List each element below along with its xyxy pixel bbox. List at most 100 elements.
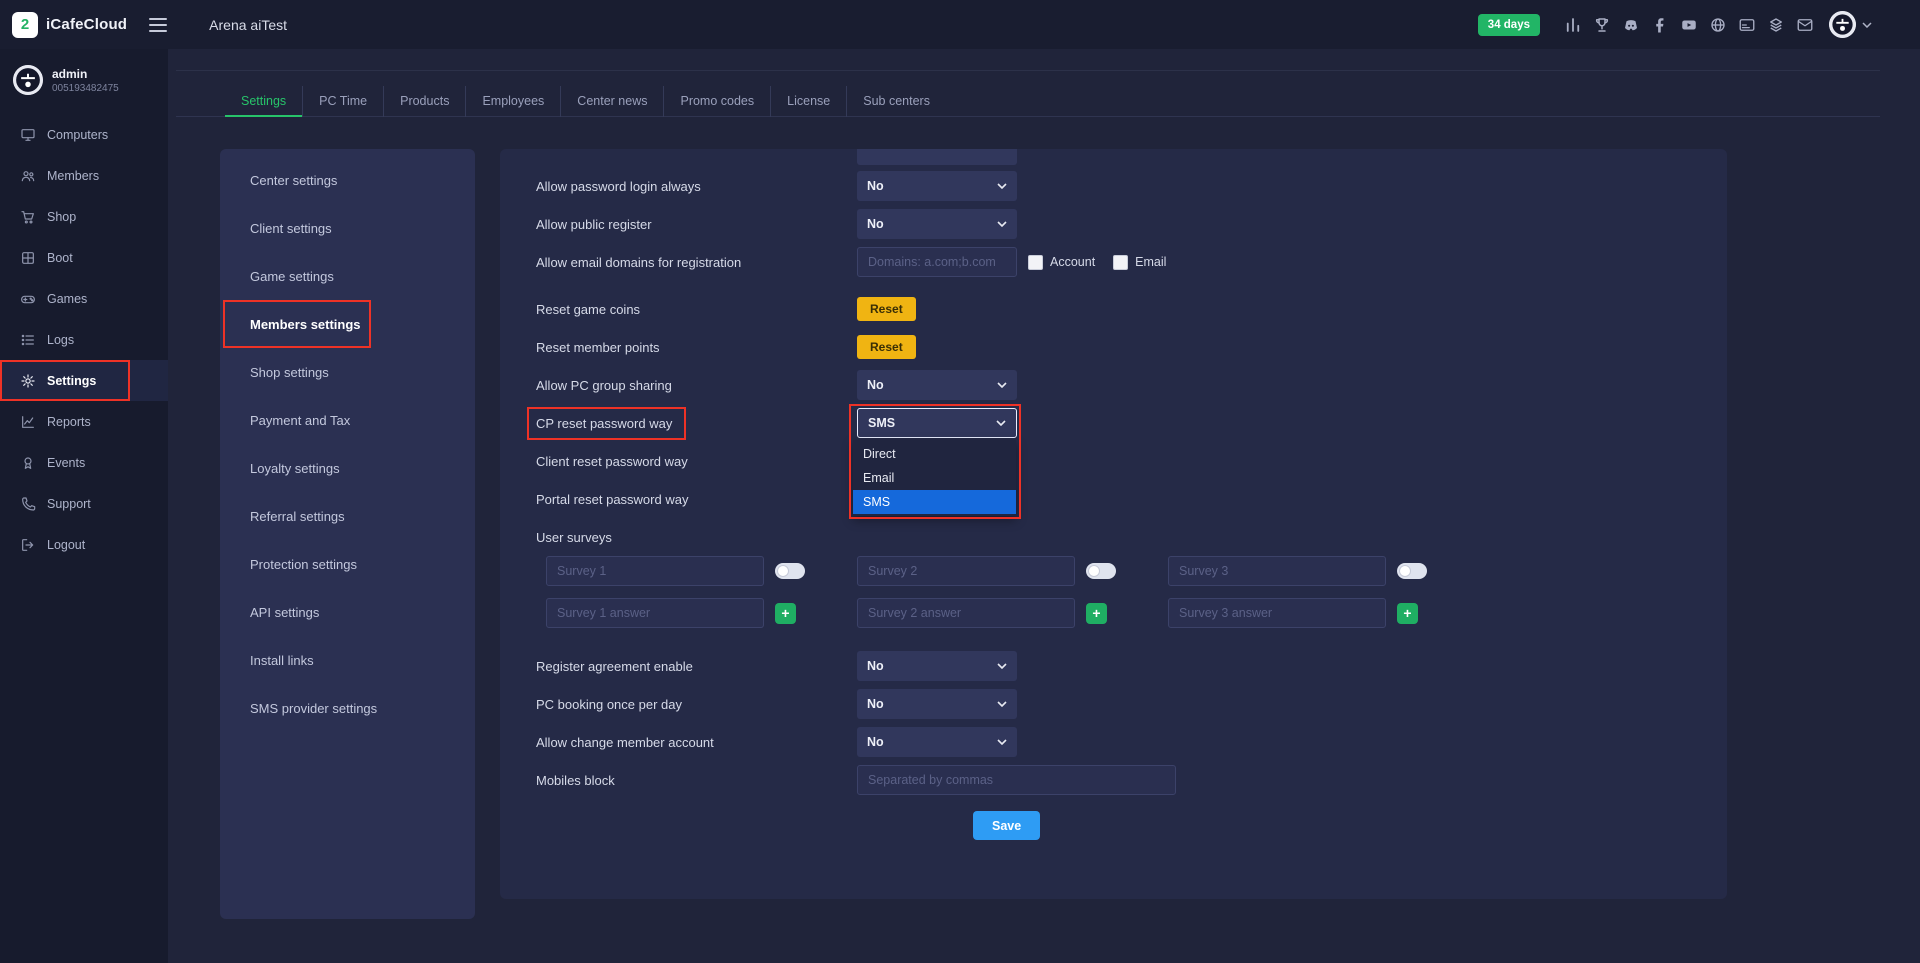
account-checkbox[interactable] bbox=[1028, 255, 1043, 270]
nav-item-center-settings[interactable]: Center settings bbox=[220, 156, 475, 204]
nav-item-install-links[interactable]: Install links bbox=[220, 636, 475, 684]
members-icon bbox=[20, 168, 36, 184]
discord-icon[interactable] bbox=[1622, 16, 1640, 34]
survey-2-answer-input[interactable] bbox=[857, 598, 1075, 628]
sidebar-item-label: Settings bbox=[47, 374, 96, 388]
nav-item-protection-settings[interactable]: Protection settings bbox=[220, 540, 475, 588]
survey-inputs-row bbox=[500, 556, 1727, 586]
layers-icon[interactable] bbox=[1767, 16, 1785, 34]
form-row-pc-booking: PC booking once per day No bbox=[500, 685, 1727, 723]
pc-booking-select[interactable]: No bbox=[857, 689, 1017, 719]
card-icon[interactable] bbox=[1738, 16, 1756, 34]
survey-2-input[interactable] bbox=[857, 556, 1075, 586]
account-checkbox-group: Account bbox=[1028, 255, 1095, 270]
field-label: Register agreement enable bbox=[536, 659, 857, 674]
save-button[interactable]: Save bbox=[973, 811, 1040, 840]
annotation-box-cp-label: CP reset password way bbox=[527, 407, 686, 440]
chevron-down-icon bbox=[997, 739, 1007, 745]
tab-settings[interactable]: Settings bbox=[225, 86, 302, 117]
tab-promo-codes[interactable]: Promo codes bbox=[663, 86, 770, 117]
survey-3-input[interactable] bbox=[1168, 556, 1386, 586]
sidebar-item-members[interactable]: Members bbox=[0, 155, 168, 196]
form-row-allow-change-member-account: Allow change member account No bbox=[500, 723, 1727, 761]
mail-icon[interactable] bbox=[1796, 16, 1814, 34]
nav-item-shop-settings[interactable]: Shop settings bbox=[220, 348, 475, 396]
add-survey-1-answer-button[interactable]: + bbox=[775, 603, 796, 624]
sidebar-item-events[interactable]: Events bbox=[0, 442, 168, 483]
survey-1-toggle[interactable] bbox=[775, 563, 805, 579]
brand-name: iCafeCloud bbox=[46, 16, 127, 33]
sidebar-user-id: 005193482475 bbox=[52, 83, 119, 94]
analytics-icon[interactable] bbox=[1564, 16, 1582, 34]
brand-logo-icon[interactable]: 2 bbox=[12, 12, 38, 38]
nav-item-payment-and-tax[interactable]: Payment and Tax bbox=[220, 396, 475, 444]
sidebar-item-logout[interactable]: Logout bbox=[0, 524, 168, 565]
register-agreement-select[interactable]: No bbox=[857, 651, 1017, 681]
mobiles-block-input[interactable] bbox=[857, 765, 1176, 795]
survey-3-answer-input[interactable] bbox=[1168, 598, 1386, 628]
sidebar-item-reports[interactable]: Reports bbox=[0, 401, 168, 442]
tab-pc-time[interactable]: PC Time bbox=[302, 86, 383, 117]
license-days-badge[interactable]: 34 days bbox=[1478, 14, 1540, 36]
sidebar-item-support[interactable]: Support bbox=[0, 483, 168, 524]
dropdown-option-sms[interactable]: SMS bbox=[853, 490, 1016, 514]
form-row-cp-reset-password-way: CP reset password way SMS Direct Email S… bbox=[500, 404, 1727, 442]
sidebar-item-shop[interactable]: Shop bbox=[0, 196, 168, 237]
nav-item-loyalty-settings[interactable]: Loyalty settings bbox=[220, 444, 475, 492]
sidebar-item-label: Shop bbox=[47, 210, 76, 224]
allow-change-member-account-select[interactable]: No bbox=[857, 727, 1017, 757]
nav-item-game-settings[interactable]: Game settings bbox=[220, 252, 475, 300]
email-domains-input[interactable] bbox=[857, 247, 1017, 277]
tab-sub-centers[interactable]: Sub centers bbox=[846, 86, 946, 117]
survey-1-answer-input[interactable] bbox=[546, 598, 764, 628]
add-survey-3-answer-button[interactable]: + bbox=[1397, 603, 1418, 624]
sidebar-item-boot[interactable]: Boot bbox=[0, 237, 168, 278]
email-checkbox[interactable] bbox=[1113, 255, 1128, 270]
main-area: Settings PC Time Products Employees Cent… bbox=[168, 49, 1920, 963]
add-survey-2-answer-button[interactable]: + bbox=[1086, 603, 1107, 624]
dropdown-option-email[interactable]: Email bbox=[853, 466, 1016, 490]
dropdown-option-direct[interactable]: Direct bbox=[853, 442, 1016, 466]
youtube-icon[interactable] bbox=[1680, 16, 1698, 34]
tab-products[interactable]: Products bbox=[383, 86, 465, 117]
allow-public-register-select[interactable]: No bbox=[857, 209, 1017, 239]
account-checkbox-label: Account bbox=[1050, 255, 1095, 269]
sidebar-item-logs[interactable]: Logs bbox=[0, 319, 168, 360]
tab-license[interactable]: License bbox=[770, 86, 846, 117]
sidebar-user-block[interactable]: admin 005193482475 bbox=[13, 65, 119, 95]
allow-password-login-select[interactable]: No bbox=[857, 171, 1017, 201]
field-label: Mobiles block bbox=[536, 773, 857, 788]
form-row-allow-pc-group-sharing: Allow PC group sharing No bbox=[500, 366, 1727, 404]
tab-center-news[interactable]: Center news bbox=[560, 86, 663, 117]
survey-1-input[interactable] bbox=[546, 556, 764, 586]
members-settings-form: Allow password login always No Allow pub… bbox=[500, 149, 1727, 899]
trophy-icon[interactable] bbox=[1593, 16, 1611, 34]
nav-item-members-settings[interactable]: Members settings bbox=[220, 300, 475, 348]
logout-icon bbox=[20, 537, 36, 553]
sidebar: admin 005193482475 Computers Members Sho… bbox=[0, 49, 168, 963]
hamburger-menu-icon[interactable] bbox=[149, 18, 167, 32]
clipped-select[interactable] bbox=[857, 149, 1017, 165]
globe-icon[interactable] bbox=[1709, 16, 1727, 34]
reset-game-coins-button[interactable]: Reset bbox=[857, 297, 916, 321]
survey-3-toggle[interactable] bbox=[1397, 563, 1427, 579]
sidebar-item-settings[interactable]: Settings bbox=[0, 360, 168, 401]
facebook-icon[interactable] bbox=[1651, 16, 1669, 34]
cp-reset-password-way-select[interactable]: SMS bbox=[857, 408, 1017, 438]
reset-member-points-button[interactable]: Reset bbox=[857, 335, 916, 359]
user-menu-chevron-icon[interactable] bbox=[1862, 22, 1872, 28]
nav-item-sms-provider-settings[interactable]: SMS provider settings bbox=[220, 684, 475, 732]
sidebar-item-label: Logout bbox=[47, 538, 85, 552]
nav-item-api-settings[interactable]: API settings bbox=[220, 588, 475, 636]
nav-item-referral-settings[interactable]: Referral settings bbox=[220, 492, 475, 540]
allow-pc-group-sharing-select[interactable]: No bbox=[857, 370, 1017, 400]
tab-employees[interactable]: Employees bbox=[465, 86, 560, 117]
sidebar-item-games[interactable]: Games bbox=[0, 278, 168, 319]
logs-icon bbox=[20, 332, 36, 348]
nav-item-client-settings[interactable]: Client settings bbox=[220, 204, 475, 252]
user-avatar[interactable] bbox=[1829, 11, 1856, 38]
sidebar-item-computers[interactable]: Computers bbox=[0, 114, 168, 155]
survey-2-answer-cell: + bbox=[857, 598, 1168, 628]
survey-2-toggle[interactable] bbox=[1086, 563, 1116, 579]
settings-icon bbox=[20, 373, 36, 389]
